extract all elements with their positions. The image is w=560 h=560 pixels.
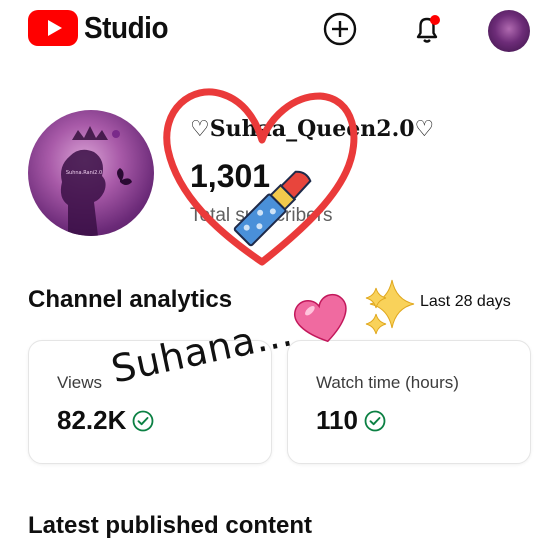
views-label: Views	[57, 373, 103, 392]
check-circle-icon	[132, 410, 154, 431]
watch-time-label: Watch time (hours)	[316, 373, 459, 392]
sticker-overlay	[163, 88, 415, 343]
watch-time-value-row: 110	[316, 405, 386, 436]
top-app-bar: Studio	[0, 0, 560, 60]
channel-name: ♡Suhaa_Queen2.0♡	[190, 116, 435, 142]
watch-time-value: 110	[316, 405, 358, 435]
check-circle-icon	[364, 410, 386, 431]
watch-time-card[interactable]: Watch time (hours) 110	[287, 340, 531, 464]
views-value: 82.2K	[57, 405, 127, 435]
views-value-row: 82.2K	[57, 405, 154, 436]
analytics-period: Last 28 days	[420, 293, 511, 310]
channel-avatar[interactable]: Suhna.Rani2.0	[28, 110, 154, 236]
create-button[interactable]	[323, 12, 357, 46]
svg-text:Suhna.Rani2.0: Suhna.Rani2.0	[66, 170, 102, 176]
plus-circle-icon	[323, 12, 357, 46]
subscriber-count: 1,301	[190, 158, 271, 194]
app-name: Studio	[84, 10, 169, 45]
studio-logo[interactable]: Studio	[28, 10, 177, 46]
latest-content-heading: Latest published content	[28, 512, 313, 539]
youtube-logo-icon	[28, 10, 78, 46]
notification-dot	[430, 15, 440, 25]
bell-icon	[416, 15, 440, 43]
notifications-button[interactable]	[409, 12, 443, 46]
channel-analytics-heading: Channel analytics	[28, 286, 233, 313]
sparkles-sticker	[365, 279, 415, 335]
avatar-silhouette: Suhna.Rani2.0	[60, 126, 132, 236]
subscriber-label: Total subscribers	[190, 205, 333, 226]
avatar[interactable]	[488, 10, 530, 52]
